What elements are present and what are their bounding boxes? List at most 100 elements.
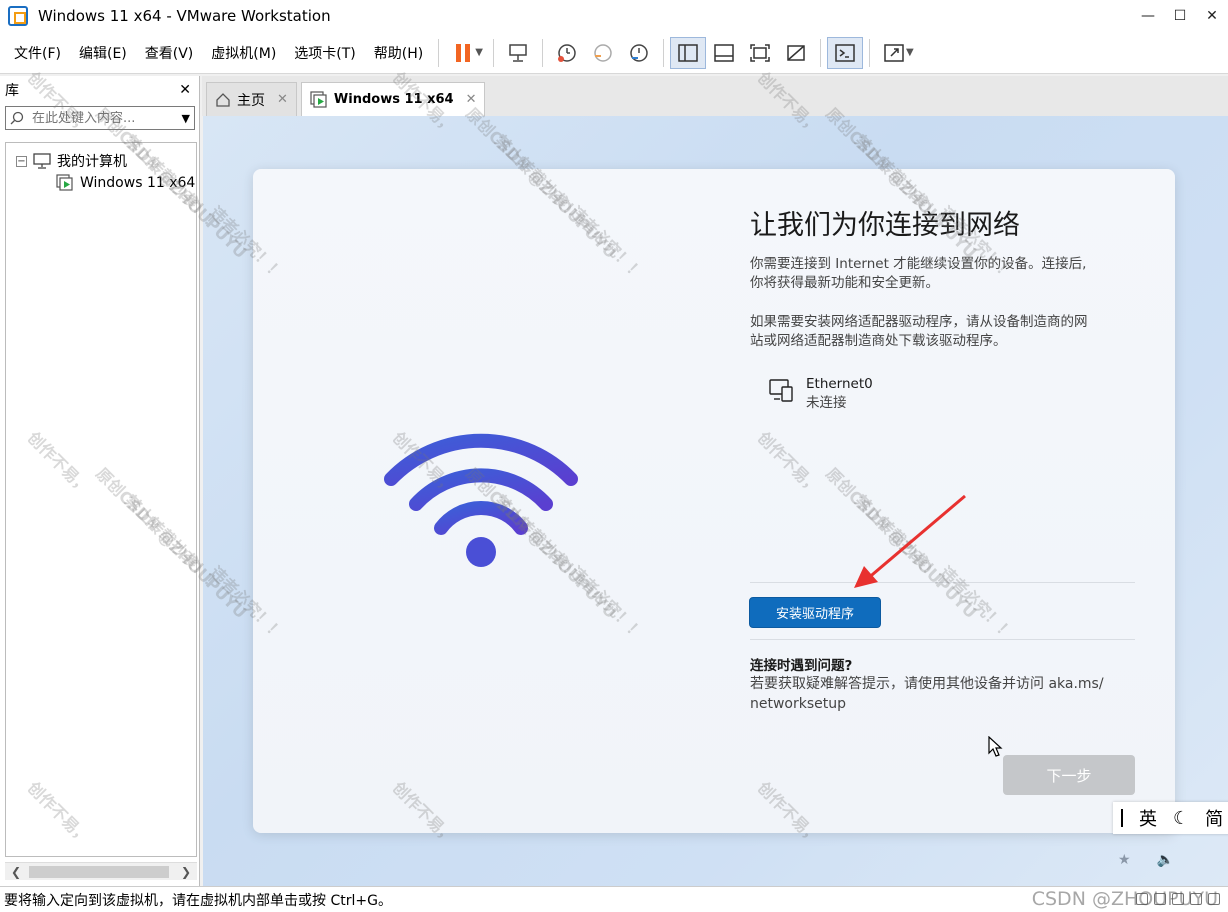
- library-tree: − 我的计算机 Windows 11 x64: [5, 142, 197, 857]
- library-search[interactable]: ▼: [5, 106, 195, 130]
- ime-indicator[interactable]: 英 ☾ 简: [1113, 802, 1228, 834]
- library-layout-icon: [678, 43, 698, 62]
- guest-tray: ★ 🔈: [1118, 852, 1174, 868]
- tree-label-vm: Windows 11 x64: [80, 175, 196, 191]
- vm-running-icon: [56, 174, 73, 191]
- tree-item-vm[interactable]: Windows 11 x64: [56, 172, 196, 194]
- device-status-icons: [1136, 893, 1220, 905]
- mouse-cursor-icon: [988, 736, 1003, 757]
- full-screen-button[interactable]: [742, 37, 778, 69]
- driver-description: 如果需要安装网络适配器驱动程序，请从设备制造商的网 站或网络适配器制造商处下载该…: [750, 313, 1140, 351]
- stretch-icon: [884, 43, 904, 62]
- maximize-button[interactable]: ☐: [1164, 0, 1196, 32]
- toolbar-separator: [541, 38, 543, 67]
- scrollbar-thumb[interactable]: [29, 865, 169, 878]
- library-search-input[interactable]: [32, 110, 182, 126]
- thumbnail-bar-button[interactable]: [706, 37, 742, 69]
- show-library-button[interactable]: [669, 36, 706, 69]
- page-title: 让我们为你连接到网络: [750, 210, 1020, 241]
- divider: [750, 582, 1135, 583]
- computer-icon: [33, 153, 51, 169]
- vmware-logo-icon: [8, 6, 28, 26]
- menu-view[interactable]: 查看(V): [136, 43, 203, 63]
- cd-status-icon[interactable]: [1154, 893, 1166, 905]
- title-bar: Windows 11 x64 - VMware Workstation — ☐ …: [0, 0, 1228, 32]
- connect-description-line: 你将获得最新功能和安全更新。: [750, 275, 939, 291]
- close-library-icon[interactable]: ✕: [179, 82, 191, 98]
- send-ctrl-alt-del-button[interactable]: [500, 37, 536, 69]
- chevron-down-icon[interactable]: ▼: [906, 47, 914, 58]
- connect-description-line: 你需要连接到 Internet 才能继续设置你的设备。连接后,: [750, 256, 1087, 272]
- console-view-button[interactable]: [826, 36, 863, 69]
- minimize-button[interactable]: —: [1132, 0, 1164, 32]
- ime-language[interactable]: 英: [1131, 805, 1165, 831]
- help-link[interactable]: networksetup: [750, 694, 1135, 714]
- menu-tabs[interactable]: 选项卡(T): [285, 43, 364, 63]
- close-window-button[interactable]: ✕: [1196, 0, 1228, 32]
- toolbar-separator: [819, 38, 821, 67]
- network-item[interactable]: Ethernet0 未连接: [768, 375, 873, 413]
- chevron-down-icon[interactable]: ▼: [475, 47, 483, 58]
- usb-status-icon[interactable]: [1190, 893, 1202, 905]
- toolbar-separator: [662, 38, 664, 67]
- help-text: 若要获取疑难解答提示，请使用其他设备并访问 aka.ms/ networkset…: [750, 674, 1135, 714]
- library-panel: 库 ✕ ▼ − 我的计算机 Windows 11 x64 ❮ ❯: [0, 76, 200, 886]
- close-tab-icon[interactable]: ✕: [466, 92, 477, 107]
- volume-icon[interactable]: 🔈: [1157, 852, 1174, 868]
- sound-status-icon[interactable]: [1208, 893, 1220, 905]
- wifi-icon: [384, 433, 578, 567]
- menu-edit[interactable]: 编辑(E): [70, 43, 136, 63]
- tab-vm-label: Windows 11 x64: [333, 92, 454, 107]
- scroll-left-icon[interactable]: ❮: [11, 865, 21, 879]
- driver-description-line: 如果需要安装网络适配器驱动程序，请从设备制造商的网: [750, 314, 1088, 330]
- toolbar-separator: [492, 38, 494, 67]
- toolbar-separator: [868, 38, 870, 67]
- help-title: 连接时遇到问题?: [750, 658, 853, 674]
- pause-icon: [456, 43, 471, 62]
- tab-vm[interactable]: Windows 11 x64 ✕: [300, 82, 486, 116]
- menu-help[interactable]: 帮助(H): [365, 43, 432, 63]
- accessibility-icon[interactable]: ★: [1118, 852, 1131, 868]
- tab-home[interactable]: 主页 ✕: [206, 82, 297, 116]
- tree-label-my-computer: 我的计算机: [57, 154, 127, 170]
- collapse-icon[interactable]: −: [16, 155, 27, 167]
- tree-item-my-computer[interactable]: − 我的计算机: [6, 150, 196, 172]
- snapshot-clock-icon: [557, 43, 576, 62]
- vm-console[interactable]: 让我们为你连接到网络 你需要连接到 Internet 才能继续设置你的设备。连接…: [203, 116, 1228, 886]
- unity-button[interactable]: [778, 37, 814, 69]
- unity-icon: [787, 44, 805, 61]
- snapshot-button[interactable]: [549, 37, 585, 69]
- status-bar: 要将输入定向到该虚拟机，请在虚拟机内部单击或按 Ctrl+G。: [0, 886, 1228, 912]
- connect-description: 你需要连接到 Internet 才能继续设置你的设备。连接后, 你将获得最新功能…: [750, 255, 1140, 293]
- chevron-down-icon[interactable]: ▼: [182, 112, 190, 125]
- menu-vm[interactable]: 虚拟机(M): [202, 43, 285, 63]
- help-text-line: 若要获取疑难解答提示，请使用其他设备并访问 aka.ms/: [750, 676, 1104, 692]
- hdd-status-icon[interactable]: [1136, 893, 1148, 905]
- close-tab-icon[interactable]: ✕: [277, 92, 288, 107]
- snapshot-manager-button[interactable]: [621, 37, 657, 69]
- oobe-network-dialog: 让我们为你连接到网络 你需要连接到 Internet 才能继续设置你的设备。连接…: [253, 169, 1175, 833]
- next-button[interactable]: 下一步: [1003, 755, 1135, 795]
- window-title: Windows 11 x64 - VMware Workstation: [38, 7, 331, 25]
- scroll-right-icon[interactable]: ❯: [181, 865, 191, 879]
- network-status-icon[interactable]: [1172, 893, 1184, 905]
- moon-icon[interactable]: ☾: [1165, 808, 1197, 829]
- ime-mode[interactable]: 简: [1197, 805, 1228, 831]
- revert-snapshot-button[interactable]: [585, 37, 621, 69]
- search-icon: [10, 111, 24, 125]
- menu-toolbar: 文件(F) 编辑(E) 查看(V) 虚拟机(M) 选项卡(T) 帮助(H) ▼ …: [0, 32, 1228, 74]
- library-horizontal-scrollbar[interactable]: ❮ ❯: [5, 862, 197, 880]
- install-driver-button[interactable]: 安装驱动程序: [749, 597, 881, 628]
- console-icon: [835, 43, 855, 62]
- menu-file[interactable]: 文件(F): [0, 43, 70, 63]
- toolbar-separator: [438, 38, 440, 67]
- network-name: Ethernet0: [806, 376, 873, 392]
- home-icon: [216, 92, 230, 107]
- tab-strip: 主页 ✕ Windows 11 x64 ✕: [202, 76, 1228, 116]
- ime-divider: [1121, 809, 1123, 827]
- tab-home-label: 主页: [237, 92, 265, 109]
- divider: [750, 639, 1135, 640]
- network-status: 未连接: [806, 395, 847, 411]
- snapshot-manager-icon: [630, 43, 648, 62]
- fullscreen-icon: [750, 43, 770, 62]
